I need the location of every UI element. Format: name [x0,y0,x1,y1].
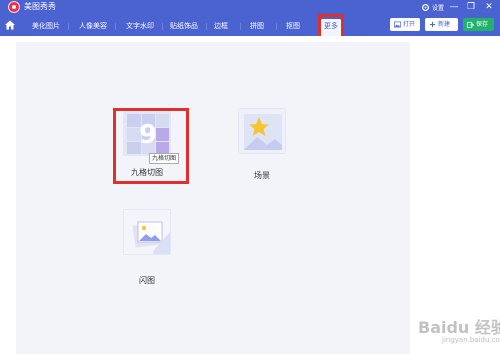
flash-thumbnail [123,209,171,255]
tab-stickers[interactable]: 贴纸饰品 [166,19,202,33]
save-button[interactable]: 保存 [463,18,494,31]
close-button[interactable]: ✕ [483,1,495,13]
tab-cutout[interactable]: 抠图 [284,19,302,33]
home-icon[interactable] [4,19,16,31]
baidu-watermark-url: jingyan.baidu.com [442,336,500,344]
restore-button[interactable]: ❐ [465,1,477,13]
app-title: 美图秀秀 [24,2,56,11]
tab-divider [115,23,116,30]
feature-panel [16,42,410,354]
plus-icon [429,21,436,28]
scene-label: 场景 [254,171,270,180]
star-icon [239,109,285,153]
image-icon [394,21,401,28]
minimize-button[interactable]: — [448,1,460,13]
tab-divider [68,23,69,30]
tab-divider [240,23,241,30]
new-button[interactable]: 新建 [425,18,458,31]
settings-label: 设置 [432,4,445,12]
nine-grid-highlight [113,108,189,184]
open-label: 打开 [403,21,416,28]
tab-divider [276,23,277,30]
export-icon [467,21,474,28]
gear-icon [421,3,430,11]
tab-text-watermark[interactable]: 文字水印 [122,19,158,33]
scene-tile[interactable]: 场景 [238,108,286,180]
picture-icon [124,210,170,254]
scene-thumbnail [238,108,286,154]
baidu-watermark: Baidu 经验 [418,318,500,337]
content-area [0,36,500,354]
flash-label: 闪图 [139,276,155,285]
new-label: 新建 [438,21,451,28]
settings-button[interactable]: 设置 [421,1,444,13]
open-button[interactable]: 打开 [390,18,420,31]
flash-tile[interactable]: 闪图 [123,209,171,289]
tab-portrait[interactable]: 人像美容 [75,19,111,33]
title-bar: 美图秀秀 设置 — ❐ ✕ [0,0,500,14]
tab-collage[interactable]: 拼图 [248,19,266,33]
save-label: 保存 [476,21,489,28]
tab-divider [206,23,207,30]
tab-divider [162,23,163,30]
tab-frame[interactable]: 边框 [212,19,230,33]
app-logo-icon [8,1,20,13]
tab-beautify[interactable]: 美化图片 [28,19,64,33]
